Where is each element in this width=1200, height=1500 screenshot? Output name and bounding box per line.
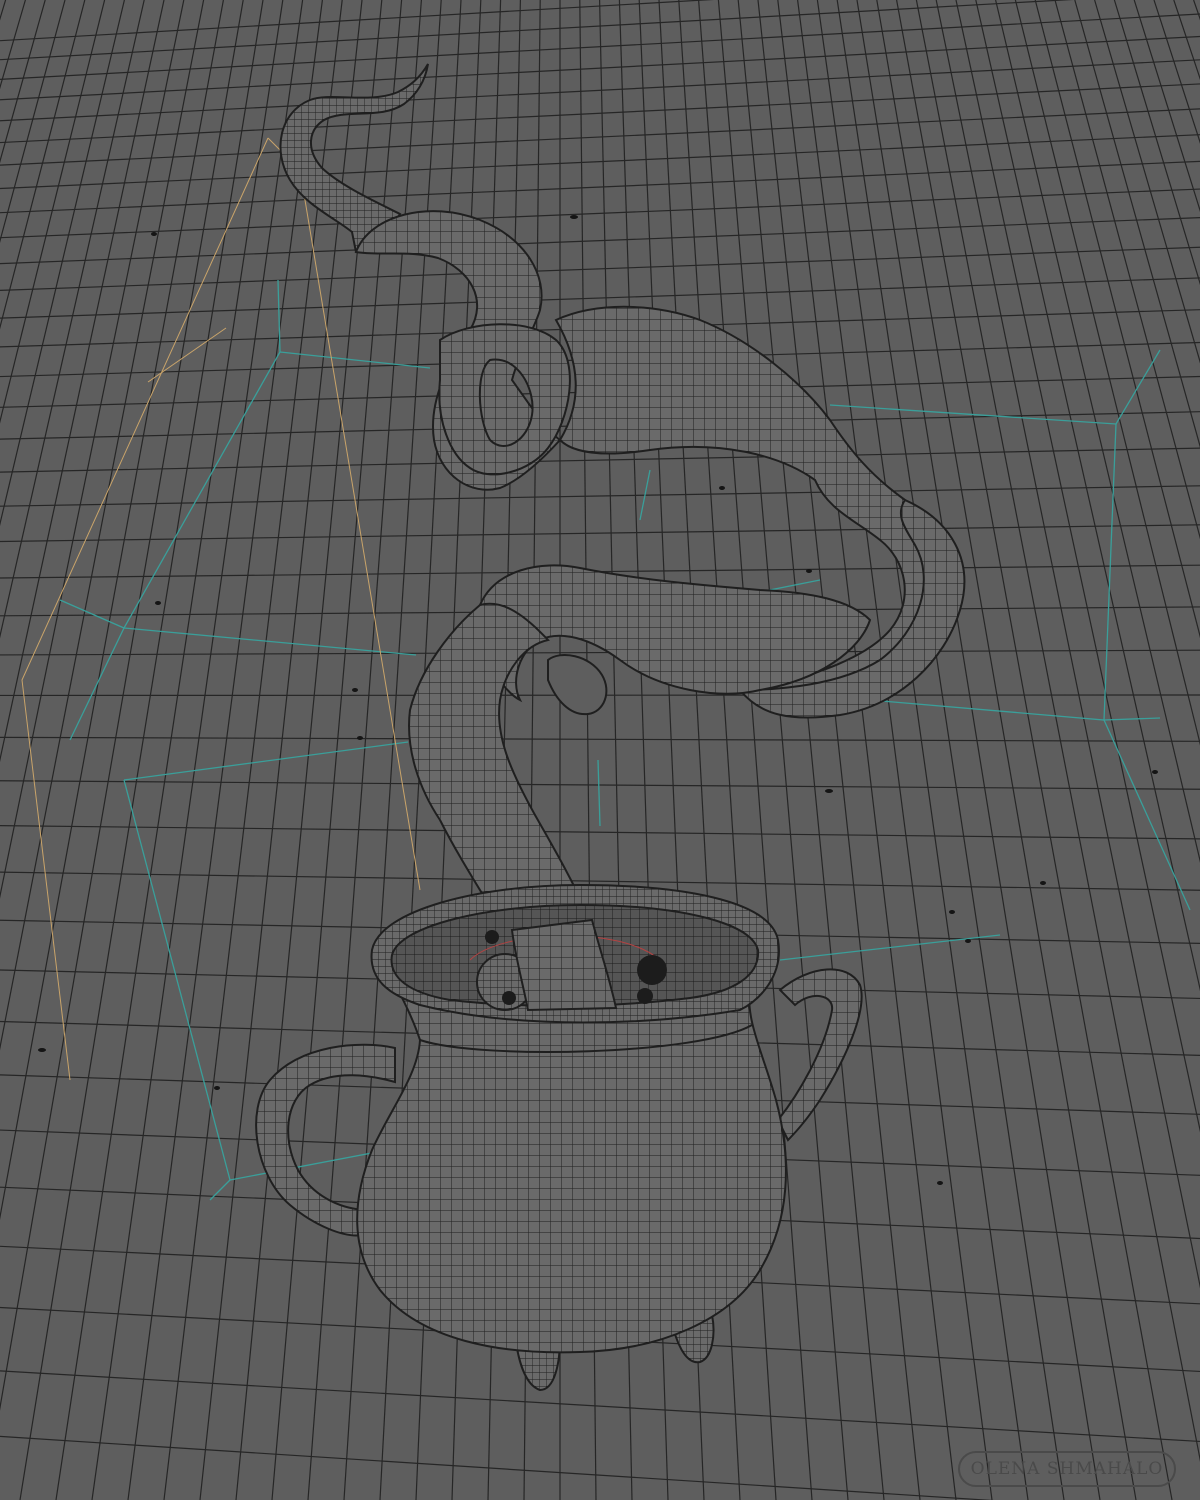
grid-line [1014,0,1200,746]
grid-line [1173,0,1200,81]
cauldron[interactable] [255,883,863,1392]
grid-line [856,0,1101,1500]
artist-watermark: OLENA SHMAHALO [958,1451,1176,1487]
grid-line [0,108,1200,166]
grid-line [0,0,86,330]
3d-scene-canvas[interactable] [0,0,1200,1500]
grid-line [1153,0,1200,144]
grid-line [0,134,1200,190]
grid-line [0,1370,1200,1443]
grid-line [1133,0,1200,213]
grid-line [55,0,284,1500]
grid-line [0,485,1200,507]
grid-line [0,160,1200,214]
modeling-viewport[interactable]: OLENA SHMAHALO [0,0,1200,1500]
grid-line [0,0,244,1411]
grid-line [797,0,993,1500]
grid-line [1094,0,1200,364]
grid-line [0,217,1200,265]
grid-line [0,0,106,424]
smoke-tendril[interactable] [279,63,966,1011]
grid-line [915,0,1200,1462]
grid-line [1054,0,1200,540]
grid-line [0,0,66,244]
grid-line [757,0,921,1500]
grid-line [777,0,957,1500]
grid-line [91,0,304,1500]
grid-line [0,0,145,639]
grid-line [1113,0,1200,286]
grid-line [1193,0,1200,21]
grid-line [0,0,185,899]
grid-line [0,0,224,1221]
grid-line [0,780,1200,790]
cauldron-handle-right [776,968,863,1142]
grid-line [0,0,125,527]
grid-line [0,83,1200,144]
grid-line [737,0,885,1500]
grid-line [896,0,1173,1500]
grid-line [0,649,1200,656]
grid-line [0,736,1200,742]
grid-line [163,0,343,1500]
grid-line [0,0,165,763]
grid-line [19,0,264,1500]
grid-line [836,0,1065,1500]
grid-line [127,0,323,1500]
grid-line [199,0,363,1500]
